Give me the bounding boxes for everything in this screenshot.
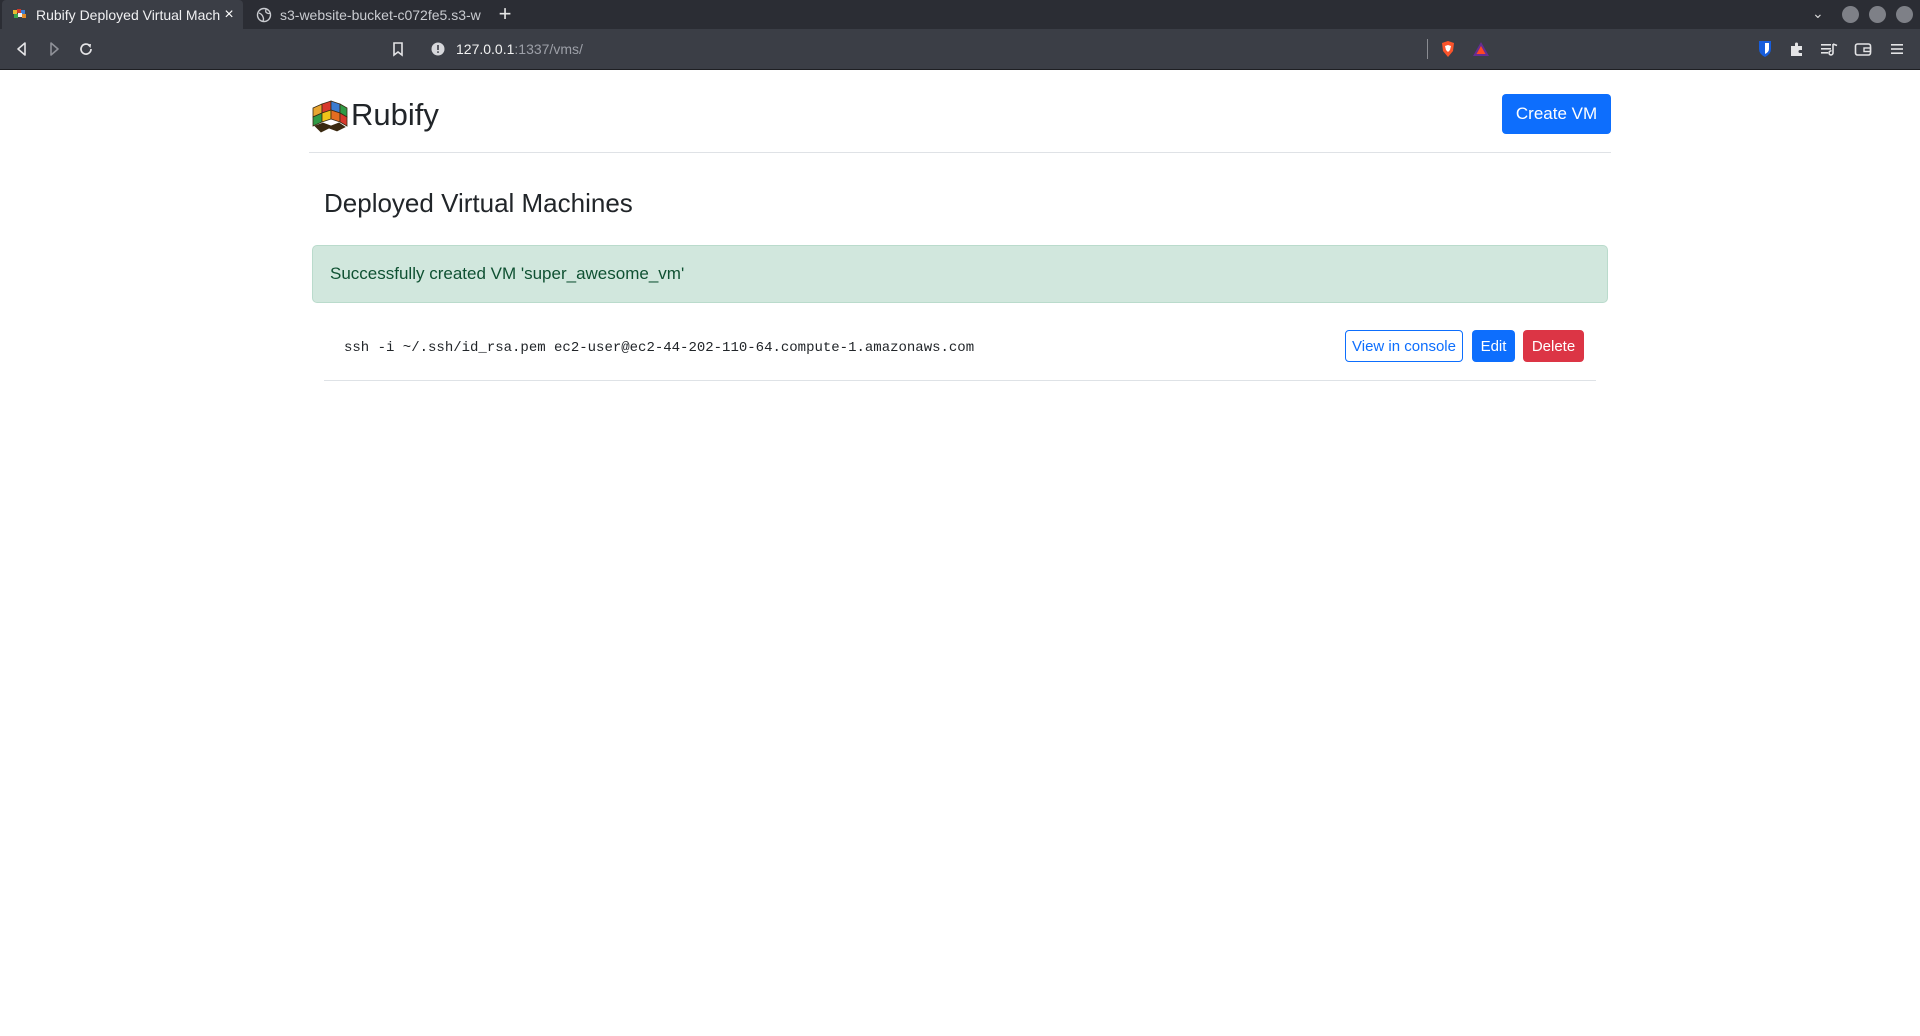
url-path: :1337/vms/	[514, 41, 583, 57]
menu-hamburger-icon[interactable]	[1886, 38, 1908, 60]
site-header: Rubify Create VM	[309, 70, 1611, 153]
bitwarden-extension-icon[interactable]	[1754, 38, 1776, 60]
view-in-console-button[interactable]: View in console	[1345, 330, 1463, 362]
globe-icon	[256, 7, 272, 22]
page-content: Rubify Create VM Deployed Virtual Machin…	[0, 70, 1920, 1036]
forward-icon[interactable]	[43, 38, 65, 60]
tab-list-chevron-icon[interactable]: ⌄	[1812, 5, 1824, 22]
rubiks-cube-logo-icon[interactable]	[309, 98, 351, 134]
tab-title: s3-website-bucket-c072fe5.s3-website	[280, 6, 481, 23]
minimize-window-button[interactable]	[1842, 6, 1859, 23]
page-title: Deployed Virtual Machines	[324, 188, 633, 218]
ssh-command: ssh -i ~/.ssh/id_rsa.pem ec2-user@ec2-44…	[344, 340, 975, 356]
back-icon[interactable]	[11, 38, 33, 60]
new-tab-button[interactable]: +	[494, 3, 516, 25]
wallet-icon[interactable]	[1852, 38, 1874, 60]
tab-rubify[interactable]: Rubify Deployed Virtual Machines ×	[2, 0, 243, 29]
playlist-icon[interactable]	[1818, 38, 1840, 60]
reload-icon[interactable]	[75, 38, 97, 60]
maximize-window-button[interactable]	[1869, 6, 1886, 23]
brand-name[interactable]: Rubify	[351, 97, 439, 133]
close-window-button[interactable]	[1896, 6, 1913, 23]
rubiks-cube-favicon-icon	[13, 8, 26, 18]
extensions-puzzle-icon[interactable]	[1786, 38, 1808, 60]
create-vm-button[interactable]: Create VM	[1502, 94, 1611, 134]
success-alert: Successfully created VM 'super_awesome_v…	[312, 245, 1608, 303]
url-host: 127.0.0.1	[456, 41, 515, 57]
address-bar-separator	[1427, 39, 1428, 59]
site-info-icon[interactable]	[430, 41, 446, 57]
delete-vm-button[interactable]: Delete	[1523, 330, 1584, 362]
vm-list-item: ssh -i ~/.ssh/id_rsa.pem ec2-user@ec2-44…	[324, 318, 1596, 381]
close-tab-icon[interactable]: ×	[221, 6, 237, 24]
address-bar[interactable]: 127.0.0.1:1337/vms/	[380, 34, 1440, 64]
alert-message: Successfully created VM 'super_awesome_v…	[330, 264, 685, 283]
tab-title: Rubify Deployed Virtual Machines	[36, 6, 221, 23]
url-text: 127.0.0.1:1337/vms/	[456, 41, 583, 57]
tab-s3-website[interactable]: s3-website-bucket-c072fe5.s3-website	[246, 0, 481, 29]
browser-tab-bar: Rubify Deployed Virtual Machines × s3-we…	[0, 0, 1920, 29]
brave-shields-icon[interactable]	[1437, 38, 1459, 60]
browser-toolbar: 127.0.0.1:1337/vms/	[0, 29, 1920, 70]
edit-vm-button[interactable]: Edit	[1472, 330, 1515, 362]
brave-rewards-icon[interactable]	[1470, 38, 1492, 60]
